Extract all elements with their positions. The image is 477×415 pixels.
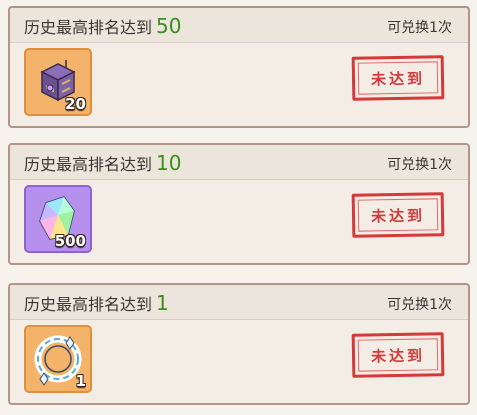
reward-title: 历史最高排名达到 50 [24,14,181,38]
rank-value: 1 [156,291,169,315]
exchange-limit: 可兑换1次 [387,20,452,36]
item-count: 500 [54,232,86,250]
item-count: 1 [75,372,86,390]
exchange-limit: 可兑换1次 [387,297,452,313]
reward-title: 历史最高排名达到 1 [24,291,169,315]
not-reached-stamp: 未达到 [351,192,445,238]
not-reached-stamp: 未达到 [351,55,445,101]
reward-card-rank-50: 历史最高排名达到 50 可兑换1次 20 未达到 [8,6,470,128]
reward-item-slot[interactable]: 500 [24,185,92,253]
status-label: 未达到 [370,206,426,226]
rank-value: 50 [156,14,182,38]
reward-item-slot[interactable]: 20 [24,48,92,116]
reward-item-slot[interactable]: 1 [24,325,92,393]
status-label: 未达到 [370,346,426,366]
reward-card-rank-1: 历史最高排名达到 1 可兑换1次 1 未达到 [8,283,470,405]
title-prefix: 历史最高排名达到 [24,155,153,174]
card-header: 历史最高排名达到 10 可兑换1次 [10,145,468,180]
card-header: 历史最高排名达到 50 可兑换1次 [10,8,468,43]
reward-title: 历史最高排名达到 10 [24,151,181,175]
exchange-limit: 可兑换1次 [387,157,452,173]
title-prefix: 历史最高排名达到 [24,295,153,314]
item-count: 20 [65,95,86,113]
status-label: 未达到 [370,69,426,89]
title-prefix: 历史最高排名达到 [24,18,153,37]
rank-value: 10 [156,151,182,175]
card-header: 历史最高排名达到 1 可兑换1次 [10,285,468,320]
reward-card-rank-10: 历史最高排名达到 10 可兑换1次 500 未达到 [8,143,470,265]
not-reached-stamp: 未达到 [351,332,445,378]
